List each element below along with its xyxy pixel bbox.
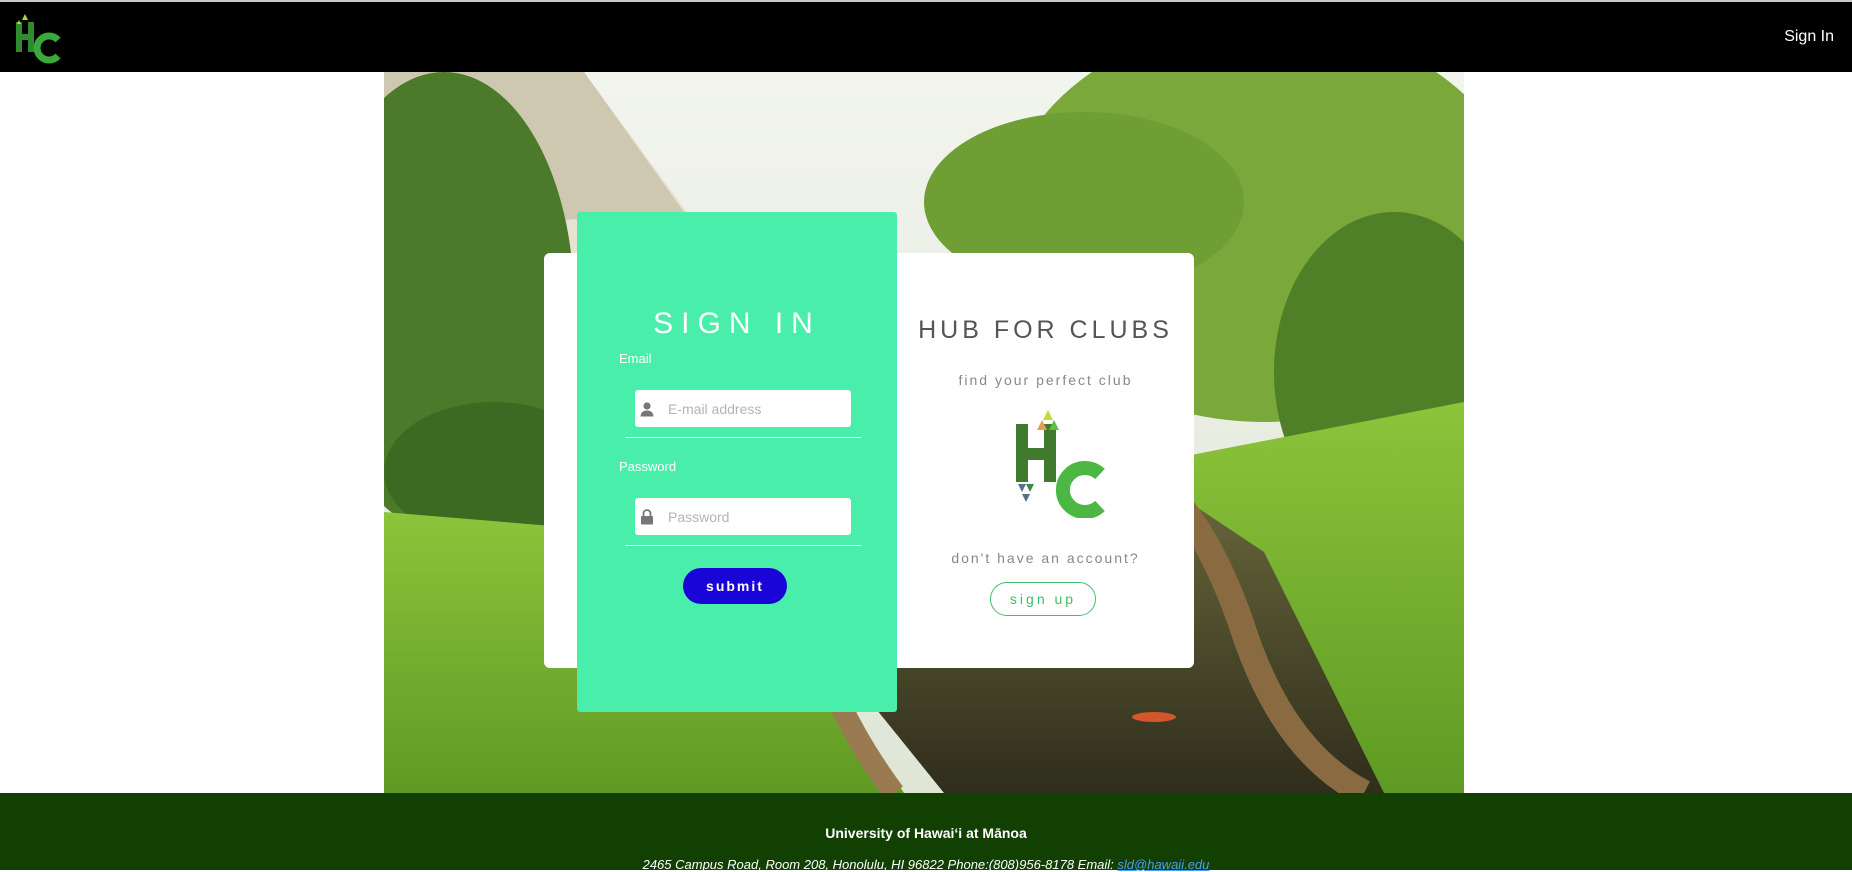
navbar: Sign In: [0, 2, 1852, 72]
signup-button[interactable]: sign up: [990, 582, 1096, 616]
user-icon: [638, 390, 656, 427]
nav-signin-link[interactable]: Sign In: [1784, 28, 1834, 46]
footer: University of Hawaiʻi at Mānoa 2465 Camp…: [0, 793, 1852, 872]
footer-title: University of Hawaiʻi at Mānoa: [825, 825, 1027, 841]
password-input[interactable]: [656, 498, 851, 535]
password-label: Password: [619, 459, 677, 474]
email-label: Email: [619, 351, 652, 366]
email-field-box[interactable]: [635, 390, 851, 427]
submit-button[interactable]: submit: [683, 568, 787, 604]
password-field-box[interactable]: [635, 498, 851, 535]
hub-logo-icon: [1016, 410, 1105, 518]
hub-title: HUB FOR CLUBS: [918, 316, 1173, 344]
signin-card: SIGN IN Email Password submit: [577, 212, 897, 712]
no-account-text: don't have an account?: [951, 550, 1140, 566]
hub-subtitle: find your perfect club: [958, 372, 1133, 388]
lock-icon: [638, 498, 656, 535]
hc-logo[interactable]: [12, 12, 64, 64]
email-divider: [625, 437, 861, 438]
signin-title: SIGN IN: [653, 307, 821, 340]
email-input[interactable]: [656, 390, 851, 427]
password-divider: [625, 545, 861, 546]
